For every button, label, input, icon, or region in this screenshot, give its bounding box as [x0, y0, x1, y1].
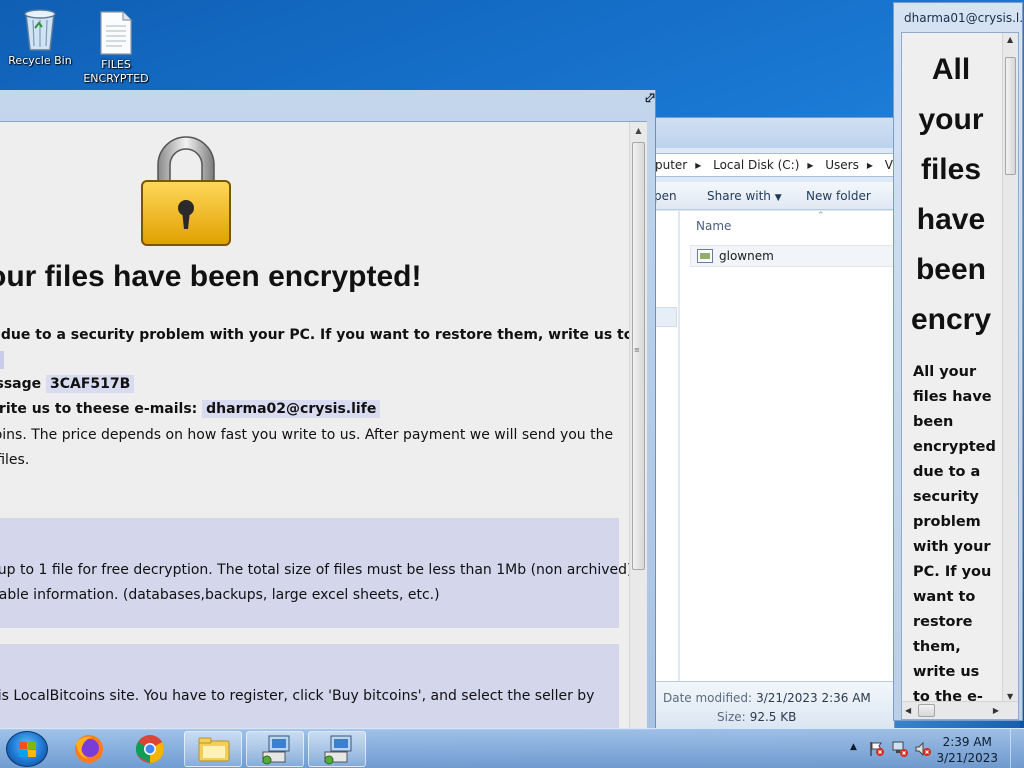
taskbar: ▲ 2:39 AM 3/21/2023 [0, 728, 1024, 768]
open-button[interactable]: pen [654, 189, 677, 203]
scrollbar-thumb[interactable] [632, 142, 645, 570]
side-big-text: All your files have been encry [910, 53, 992, 336]
recycle-bin-icon [20, 6, 60, 52]
sort-caret-icon: ⌃ [817, 211, 825, 221]
size-value: 92.5 KB [749, 710, 797, 724]
clock-time: 2:39 AM [942, 735, 992, 749]
date-modified-value: 3/21/2023 2:36 AM [756, 691, 871, 705]
padlock-icon [141, 136, 231, 246]
size-label: Size: [717, 710, 746, 724]
column-header-name[interactable]: Name [696, 219, 731, 233]
chevron-down-icon: ▼ [774, 193, 782, 203]
scroll-up-arrow-icon[interactable]: ▲ [630, 122, 647, 139]
scroll-right-arrow-icon[interactable]: ▶ [993, 706, 999, 715]
bitcoin-instructions-box: s is LocalBitcoins site. You have to reg… [0, 644, 619, 730]
show-desktop-button[interactable] [1010, 729, 1024, 768]
network-computer-icon [262, 735, 290, 765]
share-with-button[interactable]: Share with ▼ [707, 189, 782, 203]
explorer-toolbar: pen Share with ▼ New folder [651, 182, 894, 210]
box2-line-1: s is LocalBitcoins site. You have to reg… [0, 688, 595, 704]
side-horizontal-scrollbar[interactable]: ◀ ▶ [902, 701, 1018, 719]
contact-email[interactable]: dharma02@crysis.life [202, 400, 381, 418]
box1-line-1: s up to 1 file for free decryption. The … [0, 562, 637, 578]
file-row[interactable]: glownem [690, 245, 894, 267]
taskbar-firefox[interactable] [60, 731, 118, 767]
grip-icon: ≡ [634, 346, 640, 354]
ransom-vertical-scrollbar[interactable]: ▲ ≡ [629, 122, 647, 730]
ransom-line-1: d due to a security problem with your PC… [0, 327, 634, 343]
side-vertical-scrollbar[interactable]: ▲ ▼ [1002, 33, 1018, 703]
volume-muted-icon[interactable] [914, 740, 932, 758]
text-document-icon [96, 10, 136, 56]
new-folder-button[interactable]: New folder [806, 189, 871, 203]
id-code[interactable]: 3CAF517B [46, 375, 135, 393]
recycle-bin-label: Recycle Bin [8, 54, 72, 67]
side-ransom-window[interactable]: dharma01@crysis.l... All your files have… [893, 2, 1024, 721]
clock[interactable]: 2:39 AM 3/21/2023 [936, 734, 998, 766]
taskbar-file-explorer[interactable] [184, 731, 242, 767]
start-button[interactable] [6, 731, 48, 767]
clock-date: 3/21/2023 [936, 751, 998, 765]
breadcrumb-separator: ▸ [695, 158, 702, 172]
scroll-left-arrow-icon[interactable]: ◀ [905, 706, 911, 715]
windows-logo-icon [19, 742, 37, 758]
ransom-headline: our files have been encrypted! [0, 260, 422, 293]
breadcrumb-local-disk[interactable]: Local Disk (C:) [713, 158, 799, 172]
side-window-content[interactable]: All your files have been encry All your … [901, 32, 1019, 720]
side-small-text: All your files have been encrypted due t… [913, 364, 996, 705]
ransom-line-6: r files. [0, 452, 30, 468]
taskbar-network-app-1[interactable] [246, 731, 304, 767]
ransom-window-title-bar[interactable] [0, 90, 655, 120]
breadcrumb-separator: ▸ [866, 158, 873, 172]
show-hidden-icons-arrow-icon[interactable]: ▲ [850, 742, 857, 752]
date-modified-label: Date modified: [663, 691, 753, 705]
ransom-note-window[interactable]: our files have been encrypted! d due to … [0, 90, 656, 730]
side-window-title[interactable]: dharma01@crysis.l... [904, 11, 1024, 25]
files-encrypted-label: FILES ENCRYPTED [83, 58, 149, 85]
ransom-line-5: coins. The price depends on how fast you… [0, 427, 614, 443]
file-list[interactable]: ⌃ Name glownem [680, 211, 894, 681]
taskbar-network-app-2[interactable] [308, 731, 366, 767]
folder-icon [198, 737, 230, 762]
breadcrumb-separator: ▸ [807, 158, 814, 172]
firefox-icon [75, 735, 103, 763]
box1-line-2: luable information. (databases,backups, … [0, 587, 440, 603]
chrome-icon [136, 735, 164, 763]
system-tray: ▲ 2:39 AM 3/21/2023 [834, 729, 1024, 768]
file-name: glownem [719, 249, 774, 263]
side-hscrollbar-thumb[interactable] [918, 704, 935, 717]
taskbar-chrome[interactable] [121, 731, 179, 767]
details-pane: Date modified:3/21/2023 2:36 AMD Size:92… [651, 681, 917, 728]
scroll-up-arrow-icon[interactable]: ▲ [1007, 35, 1013, 44]
ransom-note-content[interactable]: our files have been encrypted! d due to … [0, 121, 647, 730]
ransom-line-4: write us to theese e-mails: dharma02@cry… [0, 400, 381, 418]
action-center-flag-icon[interactable] [868, 740, 886, 758]
free-decryption-box: s up to 1 file for free decryption. The … [0, 518, 637, 628]
file-explorer-window[interactable]: puter▸ Local Disk (C:)▸ Users▸ VM1▸ pen … [650, 117, 917, 729]
breadcrumb-computer[interactable]: puter [655, 158, 687, 172]
side-scrollbar-thumb[interactable] [1005, 57, 1016, 175]
network-status-icon[interactable] [891, 740, 909, 758]
highlight-fragment [0, 351, 4, 369]
files-encrypted-shortcut[interactable]: FILES ENCRYPTED [76, 10, 156, 86]
scroll-down-arrow-icon[interactable]: ▼ [1007, 692, 1013, 701]
image-file-icon [697, 249, 713, 263]
recycle-bin-shortcut[interactable]: Recycle Bin [0, 6, 80, 68]
explorer-address-bar[interactable]: puter▸ Local Disk (C:)▸ Users▸ VM1▸ [651, 153, 894, 177]
ransom-line-3: essage 3CAF517B [0, 375, 135, 393]
network-computer-icon [324, 735, 352, 765]
explorer-title-bar[interactable] [651, 118, 894, 148]
breadcrumb-users[interactable]: Users [825, 158, 859, 172]
